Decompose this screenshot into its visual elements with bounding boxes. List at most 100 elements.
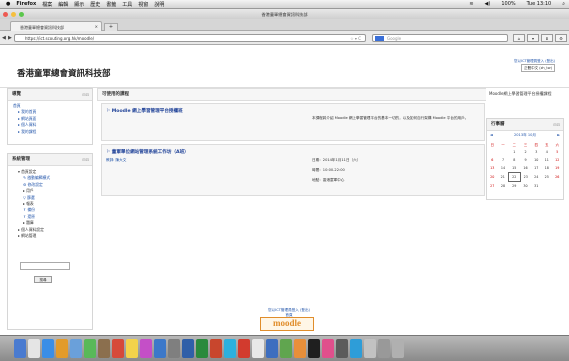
clock-label[interactable]: Tue 13:10 (527, 1, 552, 7)
wifi-icon[interactable]: ≋ (469, 1, 473, 7)
calendar-grid: 日 一 二 三 四 五 六 12345 6 7 8 9 10 11 12 13 14 15 16 1… (487, 140, 563, 190)
calendar-day: 10 (534, 158, 539, 162)
word-icon[interactable] (182, 339, 194, 358)
moodle-course-block: Moodle網上學習管理平台授權課程 (486, 88, 562, 110)
contacts-icon[interactable] (98, 339, 110, 358)
documents-icon[interactable] (364, 339, 376, 358)
menu-item-bookmarks[interactable]: 書籤 (106, 1, 116, 8)
url-actions-icon[interactable]: ☆ ▾ C (350, 35, 361, 42)
downloads-icon[interactable] (378, 339, 390, 358)
skype-icon[interactable] (224, 339, 236, 358)
url-bar[interactable]: https://ict.scouting.org.hk/moodle/ ☆ ▾ … (14, 34, 366, 42)
volume-icon[interactable]: ◀) (485, 1, 491, 7)
home-button[interactable]: ⌂ (513, 34, 525, 42)
language-select[interactable]: 正體中文 (zh_tw) (521, 64, 555, 72)
site-search-button[interactable]: 搜尋 (34, 276, 52, 283)
calendar-prev-icon[interactable]: ◄ (490, 131, 493, 140)
keynote-icon[interactable] (266, 339, 278, 358)
tab-active[interactable]: 香港童軍總會資訊科技部 × (10, 21, 102, 31)
search-bar[interactable]: Google (372, 34, 508, 42)
powerpoint-icon[interactable] (210, 339, 222, 358)
firefox-icon[interactable] (56, 339, 68, 358)
moodle-logo[interactable]: moodle (260, 317, 314, 331)
course-2-time: 時間：10:00-22:00 (312, 168, 345, 172)
photos-icon[interactable] (322, 339, 334, 358)
apple-menu-icon[interactable]: ● (6, 1, 10, 7)
site-search-input[interactable] (20, 262, 70, 270)
downloads-button[interactable]: ⬇ (541, 34, 553, 42)
calendar-day: 1 (513, 150, 516, 154)
calendar-day: 14 (500, 166, 506, 171)
calendar-day (487, 148, 498, 156)
block-controls-icon[interactable]: ⊟⊡ (82, 89, 89, 100)
itunes-icon[interactable] (140, 339, 152, 358)
toolbar-buttons: ⌂ ▾ ⬇ ⚙ (513, 34, 567, 42)
window-title-bar: 香港童軍總會資訊科技部 (0, 9, 569, 19)
calendar-day: 19 (555, 166, 560, 171)
finder-icon[interactable] (14, 339, 26, 358)
calendar-day-header: 三 (523, 142, 528, 147)
moodle-course-block-title[interactable]: Moodle網上學習管理平台授權課程 (486, 88, 562, 100)
settings-button[interactable]: ⚙ (555, 34, 567, 42)
course-2-venue: 地點：香港童軍中心 (312, 178, 345, 182)
block-controls-icon[interactable]: ⊟⊡ (553, 119, 560, 130)
calendar-day-today[interactable]: 22 (508, 172, 521, 182)
notes-icon[interactable] (126, 339, 138, 358)
numbers-icon[interactable] (280, 339, 292, 358)
mail-icon[interactable] (70, 339, 82, 358)
menu-item-help[interactable]: 說明 (154, 1, 164, 8)
acrobat-icon[interactable] (238, 339, 250, 358)
course-box-2: ⚐ 童軍單位網站管理系統工作坊（A班） 教師: 陳大文 日期：2014年1月11… (101, 144, 485, 196)
pages-icon[interactable] (294, 339, 306, 358)
trash-icon[interactable] (392, 339, 404, 358)
calendar-month[interactable]: 2013年 10月 (514, 133, 536, 137)
mac-dock (0, 335, 569, 361)
bookmarks-button[interactable]: ▾ (527, 34, 539, 42)
course-2-teacher[interactable]: 教師: 陳大文 (106, 158, 126, 164)
mac-menu-bar: ● Firefox 檔案 編輯 顯示 歷史 書籤 工具 視窗 說明 ≋ ◀) 1… (0, 0, 569, 9)
spotlight-icon[interactable]: ⌕ (562, 1, 565, 7)
site-header: 香港童軍總會資訊科技部 您以ICT管理員登入 (登出) 正體中文 (zh_tw) (0, 45, 569, 88)
calendar-day: 30 (523, 183, 528, 188)
calendar-next-icon[interactable]: ► (557, 131, 560, 140)
menu-item-file[interactable]: 檔案 (42, 1, 52, 8)
calendar-app-icon[interactable] (112, 339, 124, 358)
launchpad-icon[interactable] (28, 339, 40, 358)
menu-item-history[interactable]: 歷史 (90, 1, 100, 8)
course-box-1: ⚐ Moodle 網上學習管理平台授權班 本課程將介紹 Moodle 網上學習管… (101, 103, 485, 141)
navigation-block-header: 導覽 ⊟⊡ (8, 89, 92, 101)
tab-title: 香港童軍總會資訊科技部 (20, 25, 64, 30)
preview-icon[interactable] (252, 339, 264, 358)
excel-icon[interactable] (196, 339, 208, 358)
safari-icon[interactable] (42, 339, 54, 358)
battery-label[interactable]: 100% (501, 1, 515, 7)
calendar-day-header: 五 (545, 142, 549, 147)
course-2-title[interactable]: ⚐ 童軍單位網站管理系統工作坊（A班） (102, 145, 484, 155)
app-store-icon[interactable] (154, 339, 166, 358)
web-page: 香港童軍總會資訊科技部 您以ICT管理員登入 (登出) 正體中文 (zh_tw)… (0, 45, 569, 335)
calendar-day (498, 148, 509, 156)
admin-site-administration[interactable]: ▸ 網站管理 (13, 233, 92, 239)
calendar-day: 13 (490, 166, 495, 171)
dropbox-icon[interactable] (350, 339, 362, 358)
terminal-icon[interactable] (308, 339, 320, 358)
calendar-day: 21 (500, 175, 505, 179)
course-1-title[interactable]: ⚐ Moodle 網上學習管理平台授權班 (102, 104, 484, 114)
site-title[interactable]: 香港童軍總會資訊科技部 (17, 67, 111, 79)
search-engine-icon[interactable] (375, 36, 384, 41)
block-controls-icon[interactable]: ⊟⊡ (82, 154, 89, 165)
close-tab-icon[interactable]: × (95, 24, 98, 29)
menu-item-edit[interactable]: 編輯 (58, 1, 68, 8)
menu-item-tools[interactable]: 工具 (122, 1, 132, 8)
nav-my-courses[interactable]: ▸ 我的課程 (13, 129, 92, 135)
dashboard-icon[interactable] (336, 339, 348, 358)
system-preferences-icon[interactable] (168, 339, 180, 358)
menu-item-window[interactable]: 視窗 (138, 1, 148, 8)
back-button[interactable]: ◀ (2, 34, 6, 42)
menu-app-firefox[interactable]: Firefox (16, 1, 36, 7)
calendar-day: 27 (490, 183, 495, 188)
forward-button[interactable]: ▶ (8, 34, 12, 42)
facetime-icon[interactable] (84, 339, 96, 358)
menu-item-view[interactable]: 顯示 (74, 1, 84, 8)
dock-icons (14, 339, 404, 358)
